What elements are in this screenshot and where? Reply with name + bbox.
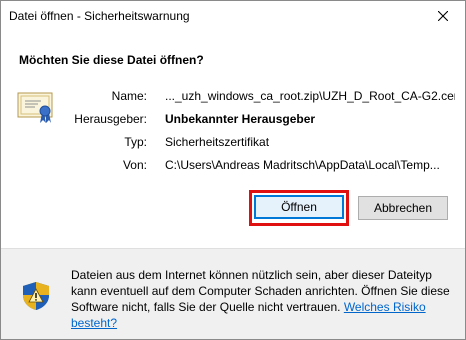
field-publisher-value: Unbekannter Herausgeber <box>165 112 316 126</box>
open-button[interactable]: Öffnen <box>254 195 344 219</box>
field-type-label: Typ: <box>124 135 147 149</box>
field-publisher-label: Herausgeber: <box>74 112 147 126</box>
field-name-value: ..._uzh_windows_ca_root.zip\UZH_D_Root_C… <box>165 89 455 103</box>
field-from: Von: C:\Users\Andreas Madritsch\AppData\… <box>1 158 465 176</box>
close-button[interactable] <box>425 3 461 29</box>
warning-shield-icon <box>23 282 49 310</box>
field-publisher: Herausgeber: Unbekannter Herausgeber <box>1 112 465 130</box>
divider <box>1 248 465 249</box>
field-name: Name: ..._uzh_windows_ca_root.zip\UZH_D_… <box>1 89 465 107</box>
window-title: Datei öffnen - Sicherheitswarnung <box>9 9 190 23</box>
cancel-button[interactable]: Abbrechen <box>358 196 448 220</box>
field-from-label: Von: <box>122 158 147 172</box>
field-from-value: C:\Users\Andreas Madritsch\AppData\Local… <box>165 158 440 172</box>
field-type: Typ: Sicherheitszertifikat <box>1 135 465 153</box>
close-icon <box>438 11 448 21</box>
dialog-question: Möchten Sie diese Datei öffnen? <box>19 53 204 67</box>
field-type-value: Sicherheitszertifikat <box>165 135 270 149</box>
security-warning-dialog: Datei öffnen - Sicherheitswarnung Möchte… <box>0 0 466 340</box>
warning-message: Dateien aus dem Internet können nützlich… <box>71 267 459 331</box>
field-name-label: Name: <box>111 89 147 103</box>
title-bar[interactable]: Datei öffnen - Sicherheitswarnung <box>1 1 465 31</box>
